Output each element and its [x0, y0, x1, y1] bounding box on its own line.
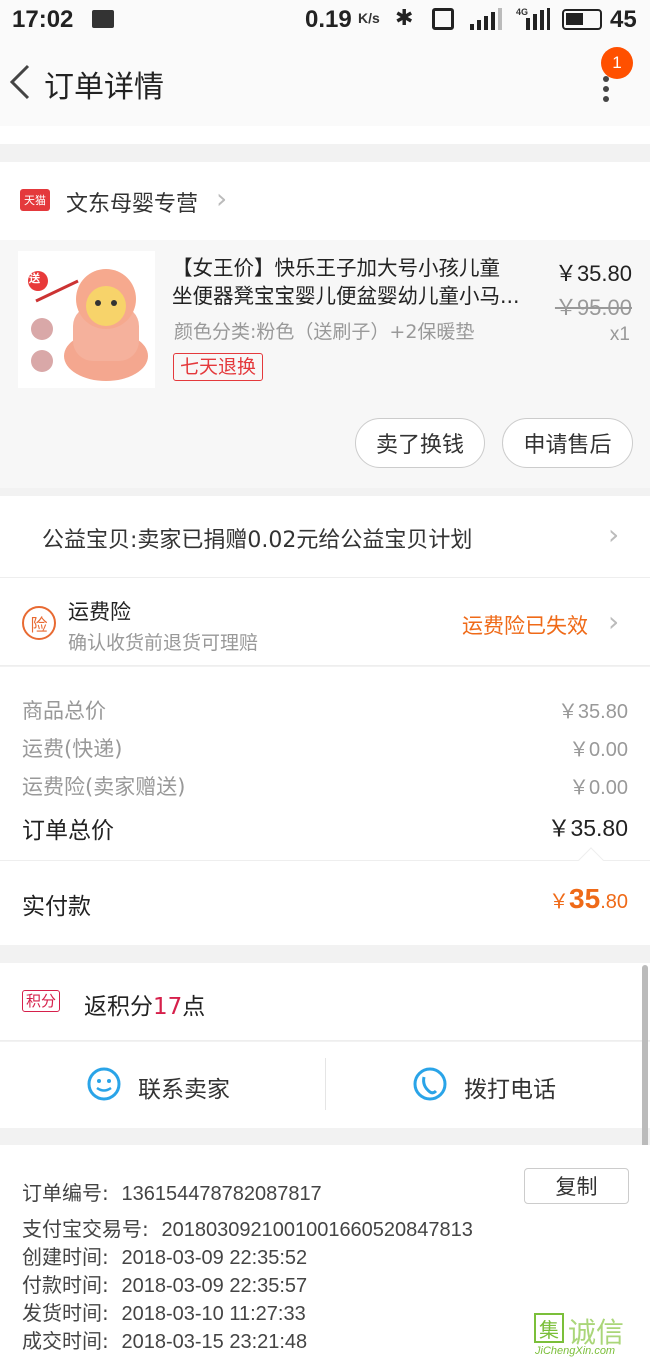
header-spacer [0, 126, 650, 144]
shop-chevron-icon: › [216, 182, 228, 215]
alipay-number-row: 支付宝交易号: 2018030921001001660520847813 [22, 1217, 473, 1241]
insurance-chevron-icon: › [608, 605, 620, 638]
after-sale-button[interactable]: 申请售后 [502, 418, 633, 468]
product-image: 送 [18, 251, 155, 388]
shop-header[interactable]: 天猫 文东母婴专营 › [0, 162, 650, 240]
bluetooth-icon: ✱ [395, 6, 414, 31]
paid-amount-row: 实付款 ￥35.80 [0, 847, 650, 945]
battery-icon [562, 9, 602, 30]
page-title: 订单详情 [44, 70, 164, 105]
order-total-value: ￥35.80 [547, 815, 628, 841]
insurance-subtitle: 确认收货前退货可理赔 [68, 632, 259, 654]
order-info: 订单编号: 136154478782087817 复制 支付宝交易号: 2018… [0, 1145, 650, 1363]
product-variant: 颜色分类:粉色（送刷子）+2保暖垫 [174, 321, 475, 343]
status-bar: 17:02 0.19 K/s ✱ 4G 45 [0, 0, 650, 40]
paid-time-row: 付款时间: 2018-03-09 22:35:57 [22, 1273, 308, 1297]
charity-chevron-icon: › [608, 518, 620, 551]
paid-label: 实付款 [22, 894, 91, 920]
chat-icon [86, 1066, 122, 1102]
product-title: 【女王价】快乐王子加大号小孩儿童 坐便器凳宝宝婴儿便盆婴幼儿童小马... [172, 256, 520, 308]
notification-badge: 1 [601, 47, 633, 79]
created-time-row: 创建时间: 2018-03-09 22:35:52 [22, 1245, 308, 1269]
vibrate-icon [432, 8, 454, 30]
tmall-badge: 天猫 [20, 189, 50, 211]
shipped-time-row: 发货时间: 2018-03-10 11:27:33 [22, 1301, 306, 1325]
contact-seller-button[interactable]: 联系卖家 [0, 1042, 325, 1128]
network-speed: 0.19 [305, 6, 352, 33]
shipping-label: 运费(快递) [22, 737, 123, 761]
subtotal-label: 商品总价 [22, 699, 106, 723]
copy-button[interactable]: 复制 [524, 1168, 629, 1204]
contact-seller-label: 联系卖家 [138, 1077, 230, 1103]
points-text: 返积分17点 [84, 994, 206, 1020]
phone-icon [412, 1066, 448, 1102]
shipping-insurance-row[interactable]: 险 运费险 确认收货前退货可理赔 运费险已失效 › [0, 578, 650, 666]
insurance-fee-label: 运费险(卖家赠送) [22, 775, 186, 799]
product-item[interactable]: 送 【女王价】快乐王子加大号小孩儿童 坐便器凳宝宝婴儿便盆婴幼儿童小马... 颜… [0, 240, 650, 400]
header: 订单详情 1 [0, 40, 650, 126]
contact-row: 联系卖家 拨打电话 [0, 1042, 650, 1128]
charity-text: 公益宝贝:卖家已捐赠0.02元给公益宝贝计划 [42, 528, 473, 553]
subtotal-value: ￥35.80 [557, 701, 628, 723]
scrollbar[interactable] [642, 965, 648, 1155]
completed-time-row: 成交时间: 2018-03-15 23:21:48 [22, 1329, 308, 1353]
order-actions: 卖了换钱 申请售后 [0, 400, 650, 488]
shop-name: 文东母婴专营 [66, 192, 199, 217]
price-breakdown: 商品总价 ￥35.80 运费(快递) ￥0.00 运费险(卖家赠送) ￥0.00… [0, 667, 650, 860]
call-phone-button[interactable]: 拨打电话 [326, 1042, 640, 1128]
battery-level: 45 [610, 6, 637, 33]
paid-amount: ￥35.80 [549, 883, 628, 914]
points-badge: 积分 [22, 990, 61, 1012]
original-price: ￥95.00 [554, 295, 632, 320]
watermark-logo: 集 [534, 1313, 564, 1343]
status-time: 17:02 [12, 6, 74, 33]
call-phone-label: 拨打电话 [464, 1077, 556, 1103]
insurance-title: 运费险 [68, 600, 131, 624]
order-total-label: 订单总价 [22, 818, 114, 844]
shipping-value: ￥0.00 [569, 739, 628, 761]
speed-unit: K/s [358, 10, 380, 26]
back-icon[interactable] [6, 62, 36, 102]
more-menu-icon[interactable] [598, 74, 614, 134]
image-notification-icon [92, 10, 114, 28]
product-price: ￥35.80 [554, 261, 632, 286]
promo-label: 送 [29, 272, 40, 285]
insurance-icon: 险 [22, 606, 56, 640]
watermark-domain: JiChengXin.com [535, 1345, 616, 1357]
points-row: 积分 返积分17点 [0, 963, 650, 1041]
insurance-fee-value: ￥0.00 [569, 777, 628, 799]
return-policy-tag: 七天退换 [173, 353, 264, 381]
charity-row[interactable]: 公益宝贝:卖家已捐赠0.02元给公益宝贝计划 › [0, 496, 650, 578]
product-quantity: x1 [609, 324, 630, 345]
signal-icon [470, 8, 502, 30]
insurance-status: 运费险已失效 [462, 614, 588, 638]
signal-4g-icon [516, 8, 550, 30]
order-number-row: 订单编号: 136154478782087817 [22, 1181, 322, 1205]
sell-button[interactable]: 卖了换钱 [355, 418, 485, 468]
